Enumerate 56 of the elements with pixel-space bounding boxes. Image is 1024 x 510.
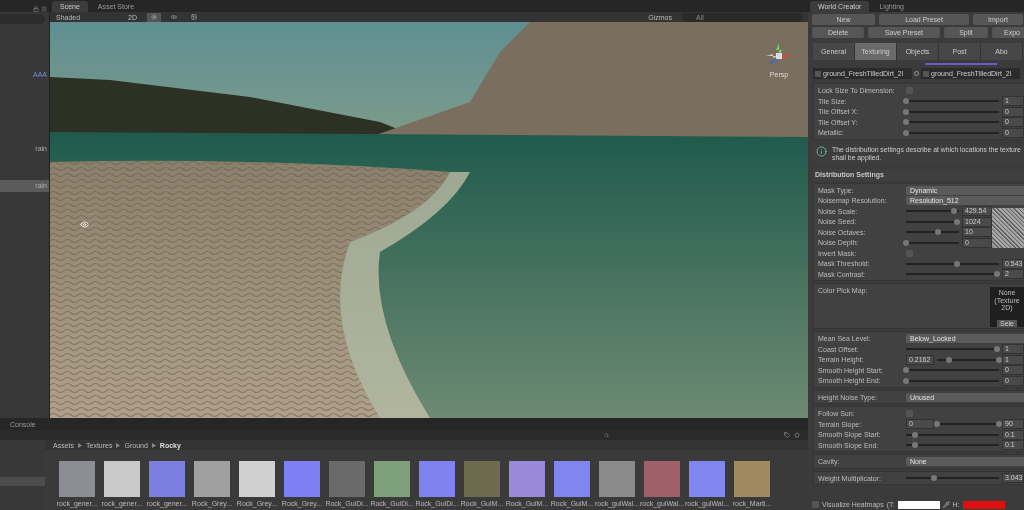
noise-preview	[992, 207, 1024, 248]
texture-thumbnail[interactable]	[194, 461, 230, 497]
slider-thumb[interactable]	[996, 356, 1002, 363]
texture-thumbnail[interactable]	[689, 461, 725, 497]
slider-thumb[interactable]	[954, 218, 961, 225]
color-field[interactable]	[897, 500, 940, 509]
chevron-icon	[78, 442, 82, 448]
slider-thumb[interactable]	[903, 367, 909, 373]
slider-thumb[interactable]	[903, 119, 909, 125]
eye-icon	[80, 220, 89, 229]
texture-thumbnail[interactable]	[509, 461, 545, 497]
slider-thumb[interactable]	[996, 421, 1002, 427]
slider-thumb[interactable]	[994, 271, 1001, 277]
slider-thumb[interactable]	[994, 346, 1001, 352]
slider-thumb[interactable]	[946, 356, 953, 363]
texture-thumbnail[interactable]	[419, 461, 455, 497]
slider-thumb[interactable]	[903, 239, 909, 246]
tag-icon[interactable]	[784, 432, 790, 438]
slider-thumb[interactable]	[950, 208, 957, 214]
sun-icon	[150, 14, 157, 20]
slider-thumb[interactable]	[912, 442, 919, 448]
slider-thumb[interactable]	[903, 129, 909, 136]
lock-icon[interactable]	[33, 6, 39, 12]
texture-thumbnail[interactable]	[554, 461, 590, 497]
slider-thumb[interactable]	[954, 260, 961, 267]
slider-thumb[interactable]	[903, 108, 909, 115]
texture-thumbnail[interactable]	[104, 461, 140, 497]
image-icon	[190, 14, 197, 20]
texture-thumbnail[interactable]	[149, 461, 185, 497]
lighting-toggle[interactable]	[146, 12, 161, 22]
texture-thumbnail[interactable]	[644, 461, 680, 497]
slider-thumb[interactable]	[903, 377, 909, 384]
slider-thumb[interactable]	[930, 475, 937, 481]
slider-thumb[interactable]	[912, 431, 919, 438]
slider-thumb[interactable]	[934, 229, 941, 235]
chevron-icon	[116, 442, 121, 448]
speaker-icon	[170, 14, 177, 20]
texture-thumbnail[interactable]	[59, 461, 95, 497]
selection-indicator	[925, 63, 997, 65]
info-icon	[816, 145, 827, 157]
slider-thumb[interactable]	[934, 421, 940, 427]
texture-thumbnail[interactable]	[599, 461, 635, 497]
texture-thumbnail[interactable]	[374, 461, 410, 497]
texture-thumbnail[interactable]	[284, 461, 320, 497]
eyedropper-icon[interactable]	[942, 501, 950, 508]
star-icon[interactable]	[794, 432, 800, 438]
texture-thumbnail[interactable]	[329, 461, 365, 497]
texture-thumbnail[interactable]	[734, 461, 770, 497]
color-field[interactable]	[962, 500, 1005, 509]
checkbox[interactable]	[812, 501, 819, 508]
texture-thumbnail[interactable]	[239, 461, 275, 497]
menu-icon[interactable]	[41, 6, 47, 12]
chevron-icon	[151, 442, 156, 448]
texture-thumbnail[interactable]	[464, 461, 500, 497]
search-icon	[604, 432, 609, 438]
slider-thumb[interactable]	[903, 98, 909, 104]
